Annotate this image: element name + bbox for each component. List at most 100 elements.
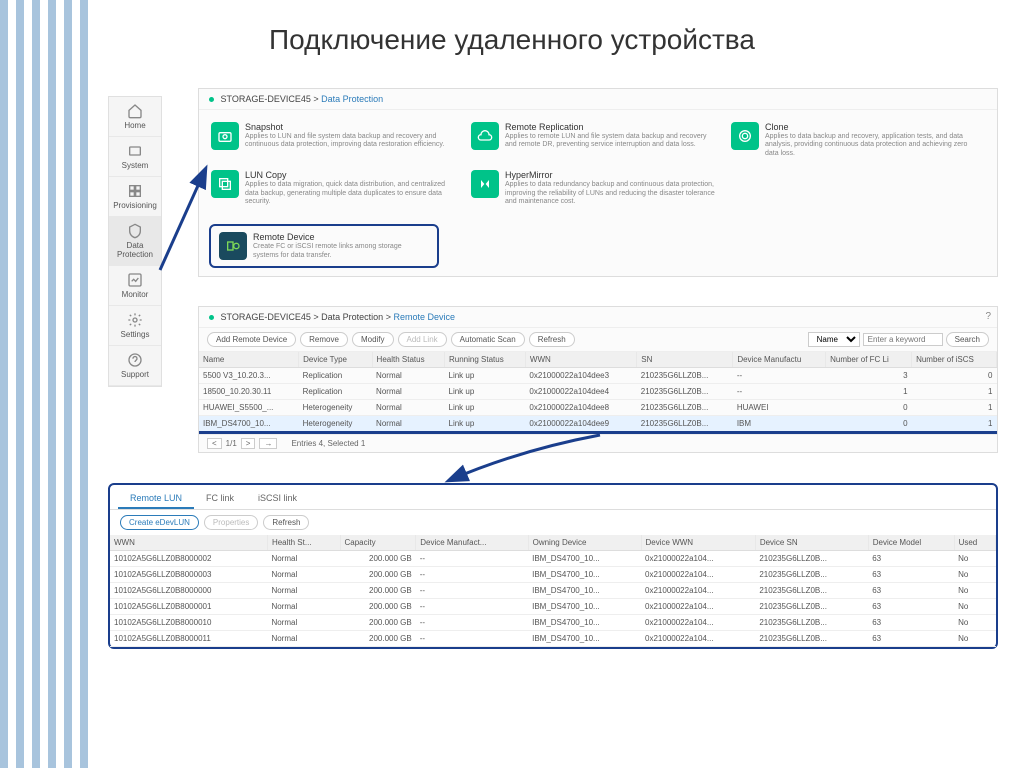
table-header[interactable]: Used [954, 535, 995, 551]
table-header[interactable]: WWN [525, 352, 636, 368]
filter-keyword-input[interactable] [863, 333, 943, 346]
tab-fc-link[interactable]: FC link [194, 489, 246, 509]
sidebar-item-label: Data Protection [111, 241, 159, 259]
table-row[interactable]: HUAWEI_S5500_...HeterogeneityNormalLink … [199, 400, 997, 416]
table-cell: 10102A5G6LLZ0B8000010 [110, 615, 267, 631]
table-row[interactable]: IBM_DS4700_10...HeterogeneityNormalLink … [199, 416, 997, 433]
toolbar: Create eDevLUN Properties Refresh [110, 510, 996, 535]
help-icon[interactable]: ? [985, 311, 991, 322]
table-header[interactable]: Running Status [445, 352, 526, 368]
table-cell: Replication [299, 368, 372, 384]
sidebar-item-support[interactable]: Support [109, 346, 161, 386]
sidebar-nav: Home System Provisioning Data Protection… [108, 96, 162, 387]
table-row[interactable]: 10102A5G6LLZ0B8000000Normal200.000 GB--I… [110, 583, 996, 599]
table-cell: 10102A5G6LLZ0B8000011 [110, 631, 267, 647]
table-cell: Normal [267, 615, 340, 631]
table-header[interactable]: Device Model [868, 535, 954, 551]
table-cell: IBM_DS4700_10... [528, 567, 641, 583]
breadcrumb-root[interactable]: STORAGE-DEVICE45 [221, 312, 311, 322]
table-header[interactable]: Device Type [299, 352, 372, 368]
tab-iscsi-link[interactable]: iSCSI link [246, 489, 309, 509]
breadcrumb-leaf[interactable]: Remote Device [393, 312, 455, 322]
table-header[interactable]: Capacity [340, 535, 416, 551]
table-header[interactable]: Device WWN [641, 535, 755, 551]
breadcrumb-page[interactable]: Data Protection [321, 94, 383, 104]
breadcrumb-mid[interactable]: Data Protection [321, 312, 383, 322]
table-cell: 63 [868, 631, 954, 647]
breadcrumb-root[interactable]: STORAGE-DEVICE45 [221, 94, 311, 104]
sidebar-item-system[interactable]: System [109, 137, 161, 177]
table-cell: -- [733, 368, 826, 384]
card-desc: Create FC or iSCSI remote links among st… [253, 243, 429, 260]
table-header[interactable]: Health Status [372, 352, 444, 368]
table-cell: IBM_DS4700_10... [528, 551, 641, 567]
card-lun-copy[interactable]: LUN Copy Applies to data migration, quic… [205, 166, 465, 210]
create-edevlun-button[interactable]: Create eDevLUN [120, 515, 199, 530]
search-button[interactable]: Search [946, 332, 989, 347]
filter-by-select[interactable]: Name [808, 332, 860, 347]
pager: < 1/1 > → Entries 4, Selected 1 [199, 434, 997, 452]
breadcrumb: STORAGE-DEVICE45 > Data Protection [199, 89, 997, 110]
modify-button[interactable]: Modify [352, 332, 394, 347]
card-snapshot[interactable]: Snapshot Applies to LUN and file system … [205, 118, 465, 162]
table-cell: 210235G6LLZ0B... [637, 368, 733, 384]
automatic-scan-button[interactable]: Automatic Scan [451, 332, 525, 347]
card-remote-device[interactable]: Remote Device Create FC or iSCSI remote … [209, 224, 439, 268]
table-row[interactable]: 10102A5G6LLZ0B8000003Normal200.000 GB--I… [110, 567, 996, 583]
pager-prev-button[interactable]: < [207, 438, 222, 449]
table-header[interactable]: Number of FC Li [826, 352, 912, 368]
status-dot-icon [209, 97, 214, 102]
table-header[interactable]: Device SN [755, 535, 868, 551]
card-hypermirror[interactable]: HyperMirror Applies to data redundancy b… [465, 166, 725, 210]
table-row[interactable]: 18500_10.20.30.11ReplicationNormalLink u… [199, 384, 997, 400]
table-cell: Normal [372, 400, 444, 416]
table-row[interactable]: 10102A5G6LLZ0B8000010Normal200.000 GB--I… [110, 615, 996, 631]
table-cell: -- [733, 384, 826, 400]
snapshot-icon [211, 122, 239, 150]
card-title: Remote Replication [505, 122, 719, 132]
refresh-button[interactable]: Refresh [263, 515, 309, 530]
sidebar-item-data-protection[interactable]: Data Protection [109, 217, 161, 266]
table-header[interactable]: WWN [110, 535, 267, 551]
sidebar-item-home[interactable]: Home [109, 97, 161, 137]
table-cell: Link up [445, 368, 526, 384]
table-cell: 1 [912, 416, 997, 433]
table-row[interactable]: 5500 V3_10.20.3...ReplicationNormalLink … [199, 368, 997, 384]
refresh-button[interactable]: Refresh [529, 332, 575, 347]
table-header[interactable]: Number of iSCS [912, 352, 997, 368]
table-row[interactable]: 10102A5G6LLZ0B8000011Normal200.000 GB--I… [110, 631, 996, 647]
properties-button[interactable]: Properties [204, 515, 258, 530]
table-cell: 63 [868, 567, 954, 583]
table-header[interactable]: Device Manufact... [416, 535, 528, 551]
sidebar-item-monitor[interactable]: Monitor [109, 266, 161, 306]
tab-remote-lun[interactable]: Remote LUN [118, 489, 194, 509]
table-cell: IBM_DS4700_10... [528, 599, 641, 615]
table-row[interactable]: 10102A5G6LLZ0B8000002Normal200.000 GB--I… [110, 551, 996, 567]
table-cell: Normal [372, 368, 444, 384]
table-cell: No [954, 583, 995, 599]
sidebar-item-label: Provisioning [113, 201, 157, 210]
pager-next-button[interactable]: > [241, 438, 256, 449]
table-cell: No [954, 567, 995, 583]
table-cell: Normal [267, 567, 340, 583]
card-remote-replication[interactable]: Remote Replication Applies to remote LUN… [465, 118, 725, 162]
card-clone[interactable]: Clone Applies to data backup and recover… [725, 118, 985, 162]
sidebar-item-settings[interactable]: Settings [109, 306, 161, 346]
table-cell: IBM_DS4700_10... [528, 615, 641, 631]
table-cell: 0 [826, 400, 912, 416]
table-header[interactable]: Device Manufactu [733, 352, 826, 368]
table-cell: 210235G6LLZ0B... [755, 551, 868, 567]
table-cell: 200.000 GB [340, 583, 416, 599]
table-header[interactable]: SN [637, 352, 733, 368]
add-remote-device-button[interactable]: Add Remote Device [207, 332, 296, 347]
table-header[interactable]: Owning Device [528, 535, 641, 551]
table-cell: Link up [445, 400, 526, 416]
table-header[interactable]: Health St... [267, 535, 340, 551]
add-link-button[interactable]: Add Link [398, 332, 447, 347]
table-row[interactable]: 10102A5G6LLZ0B8000001Normal200.000 GB--I… [110, 599, 996, 615]
card-desc: Applies to remote LUN and file system da… [505, 133, 719, 150]
sidebar-item-provisioning[interactable]: Provisioning [109, 177, 161, 217]
table-header[interactable]: Name [199, 352, 299, 368]
pager-go-button[interactable]: → [259, 438, 277, 449]
remove-button[interactable]: Remove [300, 332, 348, 347]
